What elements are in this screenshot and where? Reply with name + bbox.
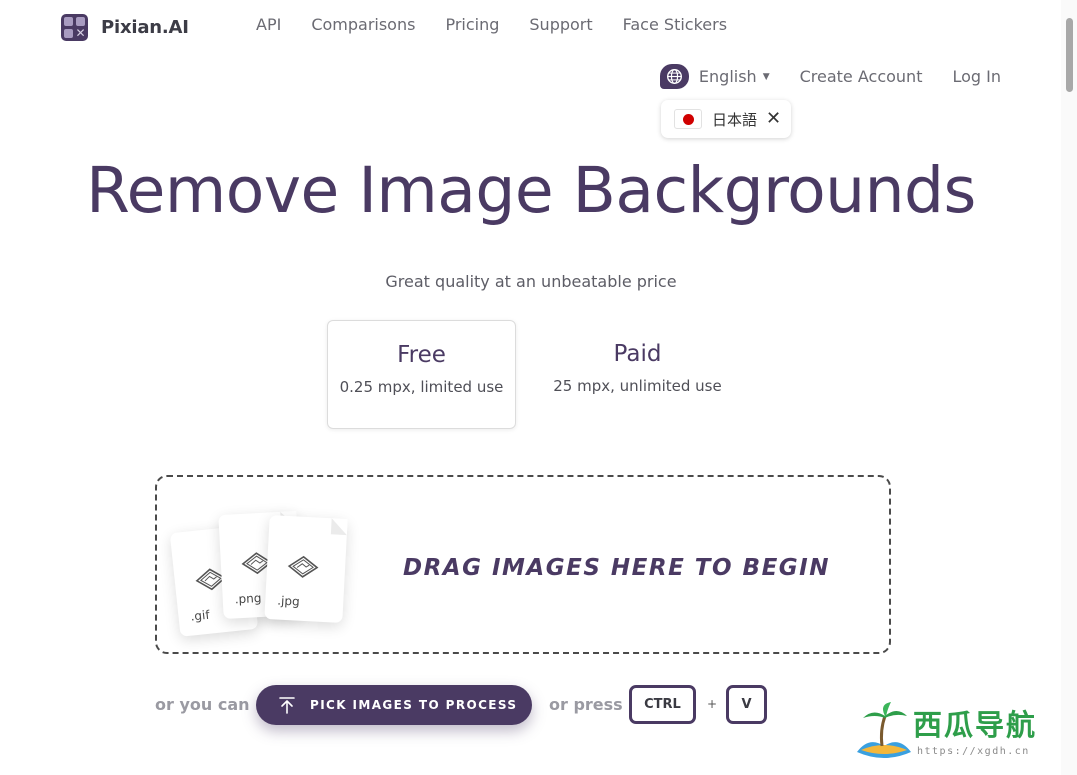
nav-link-face-stickers[interactable]: Face Stickers <box>623 15 727 34</box>
plan-description: 0.25 mpx, limited use <box>339 378 504 396</box>
language-label: English <box>698 67 757 86</box>
scrollbar-thumb[interactable] <box>1066 18 1073 92</box>
image-file-icon <box>287 555 319 578</box>
language-suggestion-chip[interactable]: 日本語 ✕ <box>661 100 791 138</box>
language-selector[interactable]: English ▼ <box>659 64 770 89</box>
caret-down-icon: ▼ <box>762 71 770 82</box>
pick-images-label: PICK IMAGES TO PROCESS <box>310 698 518 712</box>
file-extension: .png <box>234 590 262 607</box>
image-drop-zone[interactable]: .gif .png .jpg DRAG IMAGES HERE TO BEGIN <box>155 475 891 654</box>
nav-link-pricing[interactable]: Pricing <box>445 15 499 34</box>
ctrl-key-hint: CTRL <box>629 685 696 724</box>
plus-sign: + <box>707 697 718 711</box>
nav-link-comparisons[interactable]: Comparisons <box>311 15 415 34</box>
palm-island-logo-icon <box>857 702 911 758</box>
language-suggestion-label: 日本語 <box>712 110 758 129</box>
plan-name: Free <box>397 342 446 368</box>
file-extension: .jpg <box>276 593 301 609</box>
log-in-link[interactable]: Log In <box>952 67 1001 86</box>
plan-option-paid[interactable]: Paid 25 mpx, unlimited use <box>543 320 732 429</box>
upload-icon <box>279 697 295 714</box>
or-you-can-label: or you can <box>155 695 250 714</box>
close-icon[interactable]: ✕ <box>766 110 781 128</box>
plan-name: Paid <box>613 341 662 367</box>
globe-icon <box>659 64 689 89</box>
nav-link-support[interactable]: Support <box>529 15 592 34</box>
file-extension: .gif <box>189 607 211 624</box>
page-scrollbar[interactable] <box>1061 0 1077 775</box>
file-card-jpg: .jpg <box>264 515 348 623</box>
plan-description: 25 mpx, unlimited use <box>553 377 722 395</box>
v-key-hint: V <box>726 685 767 724</box>
japan-flag-icon <box>674 109 702 129</box>
pick-images-button[interactable]: PICK IMAGES TO PROCESS <box>256 685 532 725</box>
brand-name: Pixian.AI <box>101 17 189 38</box>
plan-option-free[interactable]: Free 0.25 mpx, limited use <box>327 320 516 429</box>
nav-link-api[interactable]: API <box>256 15 281 34</box>
watermark-url: https://xgdh.cn <box>917 746 1030 757</box>
watermark-text: 西瓜导航 <box>913 708 1038 742</box>
page-subtitle: Great quality at an unbeatable price <box>385 272 677 291</box>
main-nav: API Comparisons Pricing Support Face Sti… <box>256 15 757 34</box>
drop-zone-instruction: DRAG IMAGES HERE TO BEGIN <box>403 555 830 581</box>
create-account-link[interactable]: Create Account <box>800 67 923 86</box>
account-nav: English ▼ Create Account Log In <box>659 64 1001 89</box>
brand-logo[interactable]: ✕ Pixian.AI <box>61 14 189 41</box>
watermark: 西瓜导航 https://xgdh.cn <box>855 702 1060 766</box>
page-title: Remove Image Backgrounds <box>86 154 976 227</box>
logo-icon: ✕ <box>61 14 88 41</box>
or-press-label: or press <box>549 695 623 714</box>
